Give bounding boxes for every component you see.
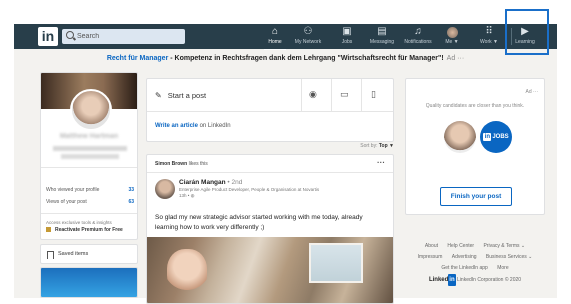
reactivate-premium-link[interactable]: Reactivate Premium for Free xyxy=(46,227,123,233)
promo-text: - Kompetenz in Rechtsfragen dank dem Leh… xyxy=(168,55,444,62)
feed-post: Simon Brown likes this ··· Ciarán Mangan… xyxy=(146,154,394,304)
post-text: So glad my new strategic advisor started… xyxy=(155,214,363,231)
promo-banner: Recht für Manager - Kompetenz in Rechtsf… xyxy=(14,55,557,62)
saved-items-label: Saved items xyxy=(58,251,89,257)
sort-by[interactable]: Sort by: Top ▼ xyxy=(146,143,394,149)
connection-degree: • 2nd xyxy=(225,179,243,186)
nav-home[interactable]: ⌂ Home xyxy=(262,26,288,50)
linkedin-logo[interactable]: in xyxy=(38,27,58,46)
post-image[interactable] xyxy=(147,237,393,303)
grid-icon: ⠿ xyxy=(485,26,493,37)
linkedin-jobs-logo: in JOBS xyxy=(480,121,512,153)
top-nav: in ⌂ Home ⚇ My Network ▣ Jobs ▤ Messagin… xyxy=(14,24,557,50)
finish-your-post-button[interactable]: Finish your post xyxy=(440,187,512,206)
author-avatar[interactable] xyxy=(155,179,175,199)
nav-notifications[interactable]: ♫ Notifications xyxy=(400,26,436,48)
stat-post-views-value: 63 xyxy=(128,199,134,205)
nav-jobs[interactable]: ▣ Jobs xyxy=(334,26,360,48)
premium-note: Access exclusive tools & insights xyxy=(46,220,112,225)
nav-work[interactable]: ⠿ Work ▼ xyxy=(476,26,502,48)
footer-more[interactable]: More xyxy=(497,265,508,271)
profile-name[interactable]: Matthew Hartman xyxy=(41,133,137,140)
stat-post-views[interactable]: Views of your post 63 xyxy=(46,199,134,205)
footer-privacy-terms[interactable]: Privacy & Terms ⌄ xyxy=(483,243,525,249)
footer-business-services[interactable]: Business Services ⌄ xyxy=(486,254,532,260)
footer-get-app[interactable]: Get the LinkedIn app xyxy=(441,265,487,271)
left-promo-image xyxy=(41,268,137,297)
promo-link[interactable]: Recht für Manager xyxy=(107,55,168,62)
avatar xyxy=(446,27,458,38)
camera-icon[interactable]: ◉ xyxy=(309,89,317,100)
right-ad-label[interactable]: Ad ··· xyxy=(526,89,539,95)
search-input[interactable] xyxy=(77,29,177,44)
post-social-context: Simon Brown likes this ··· xyxy=(147,155,393,173)
stat-profile-views[interactable]: Who viewed your profile 33 xyxy=(46,187,134,193)
bell-icon: ♫ xyxy=(414,26,422,37)
profile-headline-line2 xyxy=(61,154,119,159)
jobs-ad-card: Ad ··· Quality candidates are closer tha… xyxy=(405,78,545,215)
left-promo-card[interactable] xyxy=(40,267,138,298)
share-box: Start a post ◉ ▭ ▯ Write an article on L… xyxy=(146,78,394,142)
write-article-link[interactable]: Write an article xyxy=(155,123,198,129)
author-headline: Enterprise Agile Product Developer, Peop… xyxy=(179,187,320,192)
sort-by-value[interactable]: Top ▼ xyxy=(379,143,394,149)
search-icon xyxy=(66,31,74,39)
write-article[interactable]: Write an article on LinkedIn xyxy=(155,123,231,129)
nav-my-network[interactable]: ⚇ My Network xyxy=(291,26,325,48)
linkedin-wordmark: Linkedin xyxy=(429,274,456,286)
member-avatar xyxy=(444,121,476,153)
footer-about[interactable]: About xyxy=(425,243,438,249)
briefcase-icon: ▣ xyxy=(342,26,352,37)
liker-name[interactable]: Simon Brown xyxy=(155,161,187,167)
post-time: 13h • ◍ xyxy=(179,193,195,198)
profile-headline xyxy=(53,146,127,151)
video-icon[interactable]: ▭ xyxy=(340,89,349,100)
start-post-button[interactable]: Start a post xyxy=(155,91,206,100)
stat-profile-views-value: 33 xyxy=(128,187,134,193)
post-menu-icon[interactable]: ··· xyxy=(377,158,385,167)
footer-help-center[interactable]: Help Center xyxy=(447,243,474,249)
footer-impressum[interactable]: Impressum xyxy=(418,254,443,260)
saved-items[interactable]: Saved items xyxy=(40,244,138,264)
document-icon[interactable]: ▯ xyxy=(371,89,376,100)
nav-messaging[interactable]: ▤ Messaging xyxy=(366,26,398,48)
footer: About Help Center Privacy & Terms ⌄ Impr… xyxy=(405,241,545,286)
author-name[interactable]: Ciarán Mangan xyxy=(179,179,226,186)
home-icon: ⌂ xyxy=(271,26,279,37)
footer-advertising[interactable]: Advertising xyxy=(452,254,477,260)
footer-copyright: Linkedin LinkedIn Corporation © 2020 xyxy=(405,274,545,286)
profile-avatar[interactable] xyxy=(70,89,112,131)
profile-card: Matthew Hartman Who viewed your profile … xyxy=(40,72,138,240)
bookmark-icon xyxy=(47,251,54,259)
promo-ad-label[interactable]: Ad ··· xyxy=(447,55,465,62)
network-icon: ⚇ xyxy=(303,26,313,37)
nav-me[interactable]: Me ▼ xyxy=(439,26,465,48)
learning-highlight-box xyxy=(505,9,549,55)
search-box[interactable] xyxy=(62,29,185,44)
messaging-icon: ▤ xyxy=(377,26,387,37)
jobs-ad-note: Quality candidates are closer than you t… xyxy=(425,103,525,109)
